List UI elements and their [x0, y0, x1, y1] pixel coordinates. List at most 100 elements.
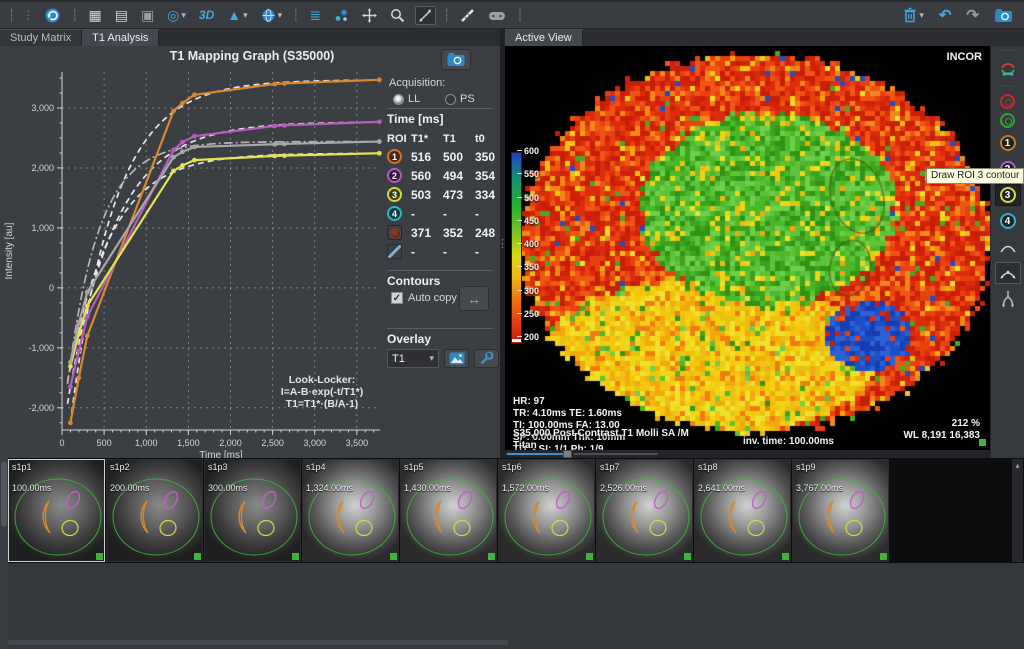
curve-tool-button[interactable] — [995, 236, 1021, 258]
anchor-tool-button[interactable] — [995, 288, 1021, 310]
thumbnail-selected-handle[interactable] — [880, 553, 887, 560]
thumbnail-selected-handle[interactable] — [586, 553, 593, 560]
series-thumbnail[interactable]: s1p4 1,324.00ms — [302, 459, 399, 562]
zoom-tool-button[interactable] — [387, 6, 408, 25]
series-thumbnail[interactable]: s1p6 1,572.00ms — [498, 459, 595, 562]
gamepad-button[interactable] — [485, 7, 509, 24]
3d-button[interactable]: 3D — [196, 6, 217, 24]
overlay-settings-button[interactable] — [474, 349, 499, 368]
thumbnail-selected-handle[interactable] — [96, 553, 103, 560]
table-row[interactable]: 4 - - - — [387, 204, 495, 223]
draw-roi-button[interactable]: 4 — [995, 210, 1021, 232]
radio-label: PS — [460, 93, 475, 105]
home-button[interactable] — [41, 5, 64, 26]
thumbnail-selected-handle[interactable] — [684, 553, 691, 560]
roi-number-icon: 3 — [1000, 187, 1016, 203]
viewer-mode-button[interactable]: ◎ ▾ — [164, 6, 189, 24]
colorbar-tick: 200 — [524, 332, 539, 342]
overlay-section-header: Overlay — [387, 328, 493, 346]
mpr-cone-button[interactable]: ▲ ▾ — [224, 6, 250, 24]
thumbnail-label: s1p7 — [600, 462, 620, 472]
draw-roi-button[interactable]: 3 — [995, 184, 1021, 206]
thumbnail-selected-handle[interactable] — [782, 553, 789, 560]
thumbnail-selected-handle[interactable] — [390, 553, 397, 560]
series-thumbnail[interactable]: s1p8 2,641.00ms — [694, 459, 791, 562]
series-thumbnail[interactable]: s1p7 2,526.00ms — [596, 459, 693, 562]
svg-text:2,500: 2,500 — [261, 438, 284, 448]
auto-copy-checkbox-row[interactable]: ✓ Auto copy — [391, 292, 457, 304]
orientation-globe-button[interactable]: ▾ — [258, 6, 286, 25]
table-row[interactable]: - - - — [387, 242, 495, 261]
contour-set-button[interactable] — [995, 58, 1021, 80]
scroll-up-icon[interactable]: ▴ — [1012, 459, 1023, 470]
series-thumbnail[interactable]: s1p3 300.00ms — [204, 459, 301, 562]
copy-contours-button[interactable]: ↔ — [459, 286, 489, 311]
phase-slider[interactable] — [505, 450, 990, 458]
curve-arrows-tool-button[interactable] — [995, 262, 1021, 284]
radio-icon[interactable] — [445, 94, 456, 105]
undo-button[interactable]: ↶ — [936, 6, 955, 25]
left-tab[interactable]: Study Matrix — [0, 29, 82, 46]
series-thumbnail[interactable]: s1p1 100.00ms — [8, 459, 105, 562]
tab-active-view[interactable]: Active View — [505, 29, 583, 46]
series-thumbnail[interactable]: s1p9 3,767.00ms — [792, 459, 889, 562]
checkbox-icon[interactable]: ✓ — [391, 292, 403, 304]
delete-contours-button[interactable]: ▾ — [900, 5, 927, 25]
left-scrollbar[interactable] — [0, 458, 8, 649]
toolbar-grip[interactable]: ┆ — [443, 9, 450, 21]
home-refresh-icon — [44, 7, 61, 24]
table-row[interactable]: 3 503 473 334 — [387, 185, 495, 204]
image-viewport[interactable]: INCOR 600550500450400350300250200 HR: 97… — [505, 46, 990, 450]
endo-contour-button[interactable] — [1000, 94, 1015, 109]
series-layout-button[interactable]: ▤ — [112, 6, 131, 24]
thumbnail-selected-handle[interactable] — [194, 553, 201, 560]
radio-icon[interactable] — [393, 94, 404, 105]
contour-set-icon — [998, 60, 1018, 78]
colormap-button[interactable] — [444, 349, 469, 368]
toolbar-grip[interactable]: ⋮ — [22, 9, 34, 21]
toolbar-grip[interactable]: ┆ — [516, 9, 523, 21]
epi-contour-button[interactable] — [1000, 113, 1015, 128]
roi-badge-icon[interactable]: 1 — [387, 149, 402, 164]
roi-badge-icon[interactable]: 2 — [387, 168, 402, 183]
toolbar-grip[interactable]: ····· — [999, 84, 1016, 90]
horizontal-scrollbar[interactable] — [8, 640, 508, 645]
series-thumbnail[interactable]: s1p5 1,430.00ms — [400, 459, 497, 562]
chart-snapshot-button[interactable] — [441, 49, 471, 70]
roi-badge-icon[interactable]: 4 — [387, 206, 402, 221]
slider-handle[interactable] — [563, 450, 572, 458]
acquisition-radio-ll[interactable]: LL — [393, 93, 420, 105]
toolbar-grip[interactable]: ┆ — [8, 9, 15, 21]
table-row[interactable]: 371 352 248 — [387, 223, 495, 242]
table-row[interactable]: 2 560 494 354 — [387, 166, 495, 185]
draw-roi-button[interactable]: 1 — [995, 132, 1021, 154]
toolbar-grip[interactable]: ····· — [999, 48, 1016, 54]
molecule-button[interactable] — [331, 6, 352, 25]
scrollbar-thumb[interactable] — [1, 462, 7, 526]
left-tab[interactable]: T1 Analysis — [82, 29, 159, 46]
overlay-select[interactable]: T1 ▾ — [387, 349, 439, 368]
table-row[interactable]: 1 516 500 350 — [387, 147, 495, 166]
redo-button[interactable]: ↷ — [963, 6, 982, 25]
pan-button[interactable] — [359, 6, 380, 25]
roi-badge-icon[interactable]: 3 — [387, 187, 402, 202]
globe-icon — [261, 8, 276, 23]
toolbar-grip[interactable]: ┆ — [292, 9, 299, 21]
series-thumbnail[interactable]: s1p2 200.00ms — [106, 459, 203, 562]
thumbnail-selected-handle[interactable] — [292, 553, 299, 560]
ruler-button[interactable] — [457, 6, 478, 25]
slider-track[interactable] — [574, 453, 658, 455]
report-button[interactable]: ▦ — [85, 6, 104, 24]
viewport-selected-handle[interactable] — [979, 439, 986, 446]
line-profile-tool-button[interactable] — [415, 6, 436, 25]
roi-badge-icon[interactable] — [387, 225, 402, 240]
stack-layers-button[interactable]: ≣ — [306, 6, 324, 24]
snapshot-button[interactable] — [991, 6, 1016, 25]
roi-badge-icon[interactable] — [387, 244, 402, 259]
thumbnail-selected-handle[interactable] — [488, 553, 495, 560]
toolbar-grip[interactable]: ┆ — [71, 9, 78, 21]
filmstrip-scrollbar[interactable]: ▴ — [1012, 459, 1023, 562]
protocol-layout-button[interactable]: ▣ — [138, 6, 157, 24]
acquisition-radio-ps[interactable]: PS — [445, 93, 475, 105]
t1star-value: 371 — [411, 226, 443, 240]
